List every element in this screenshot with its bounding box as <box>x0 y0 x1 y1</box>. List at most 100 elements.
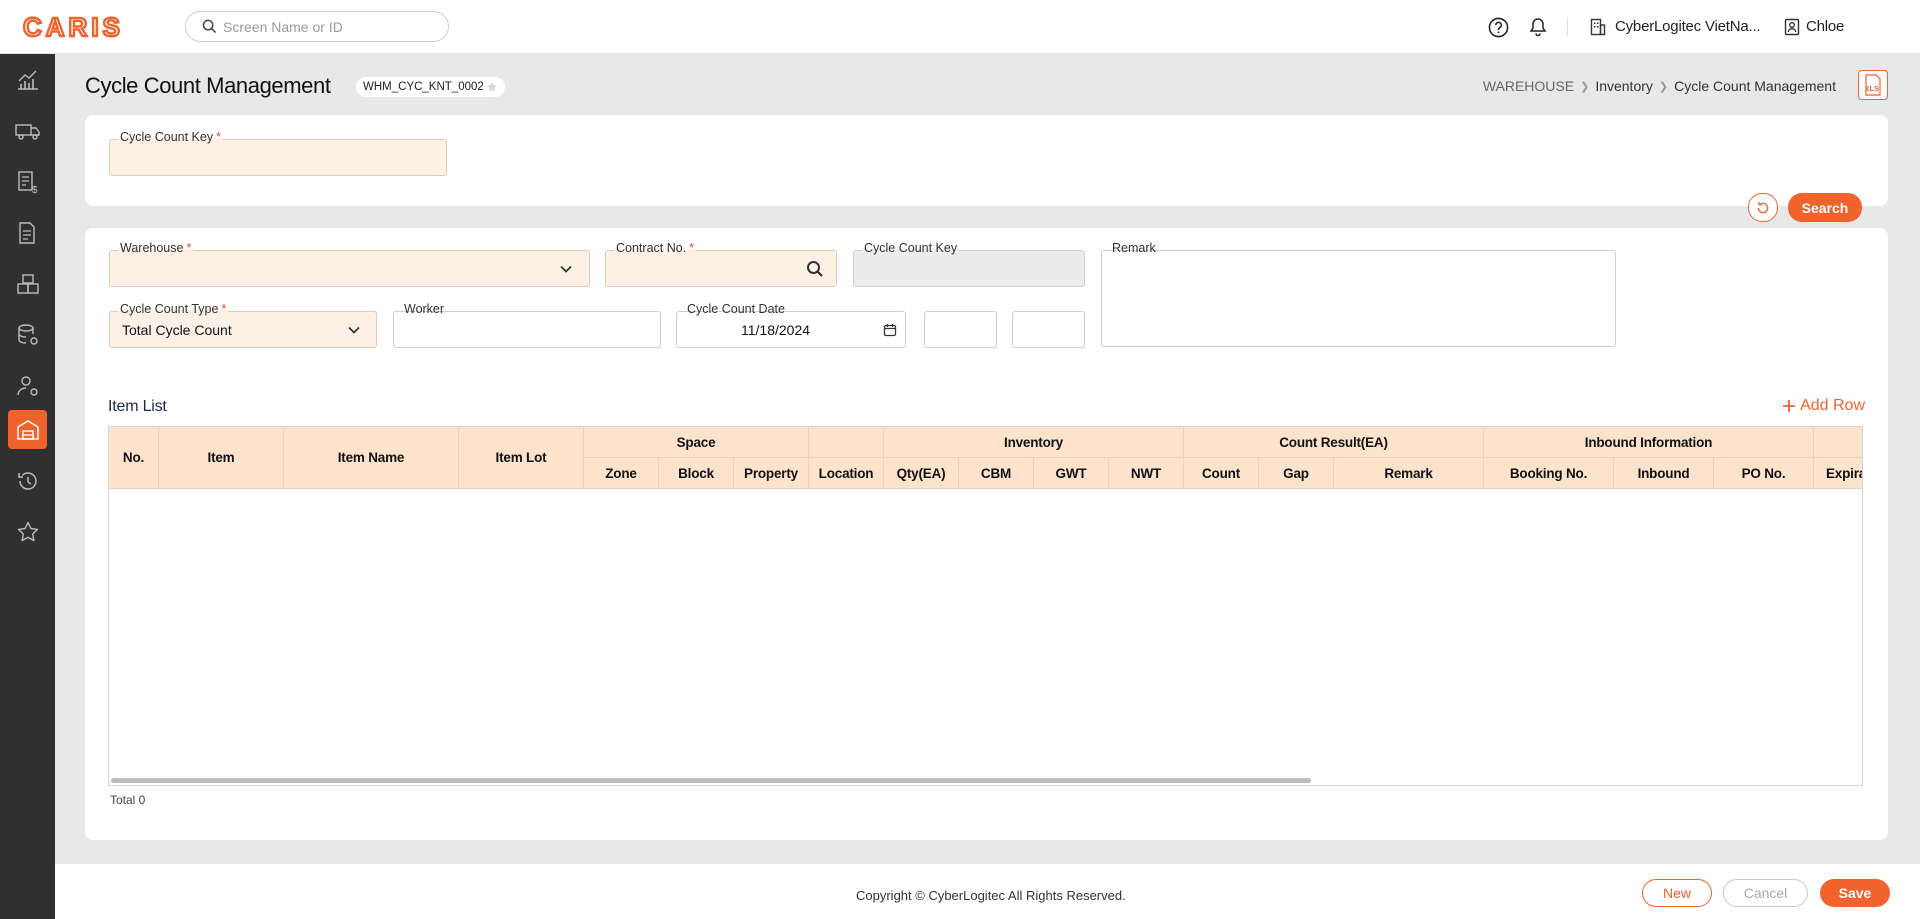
boxes-icon <box>16 273 39 294</box>
contract-search-icon[interactable] <box>806 260 824 278</box>
column-header-remark[interactable]: Remark <box>1334 458 1484 489</box>
document-icon <box>18 221 35 244</box>
chart-icon <box>17 70 38 90</box>
svg-text:$: $ <box>32 185 38 194</box>
total-count: Total 0 <box>110 793 146 807</box>
sidebar: $ <box>0 54 55 919</box>
search-cycle-count-key-label: Cycle Count Key * <box>118 130 223 144</box>
calendar-icon[interactable] <box>883 323 897 337</box>
column-header-location[interactable]: Location <box>809 458 884 489</box>
sidebar-item-inventory[interactable] <box>8 264 47 303</box>
company-building-icon <box>1587 16 1609 38</box>
group-header-inbound-information: Inbound Information <box>1484 427 1814 458</box>
sidebar-item-history[interactable] <box>8 461 47 500</box>
truck-icon <box>14 123 40 140</box>
column-header-cbm[interactable]: CBM <box>959 458 1034 489</box>
svg-text:XLS: XLS <box>1865 84 1880 93</box>
top-header: CARIS Screen Name or ID CyberLogitec Vie… <box>0 0 1920 54</box>
item-list-grid: No. Item Item Name Item Lot Space Invent… <box>108 426 1863 786</box>
column-header-po-no[interactable]: PO No. <box>1714 458 1814 489</box>
sidebar-item-warehouse[interactable] <box>8 410 47 449</box>
column-header-count[interactable]: Count <box>1184 458 1259 489</box>
search-cycle-count-key-input[interactable]: Cycle Count Key * <box>109 130 447 176</box>
reset-button[interactable] <box>1748 193 1778 222</box>
sidebar-item-user-admin[interactable] <box>8 366 47 405</box>
company-name[interactable]: CyberLogitec VietNa... <box>1615 18 1761 35</box>
group-header-space: Space <box>584 427 809 458</box>
worker-input[interactable]: Worker <box>393 302 661 348</box>
new-button[interactable]: New <box>1642 879 1712 907</box>
item-list-title: Item List <box>108 398 167 415</box>
refresh-icon <box>1757 201 1769 213</box>
warehouse-select[interactable]: Warehouse * <box>109 241 590 287</box>
plus-icon <box>1783 400 1796 412</box>
column-header-zone[interactable]: Zone <box>584 458 659 489</box>
column-header-expiration[interactable]: Expira <box>1814 458 1862 489</box>
column-header-no[interactable]: No. <box>109 427 159 489</box>
cycle-count-type-label: Cycle Count Type * <box>118 302 229 316</box>
invoice-icon: $ <box>17 170 38 194</box>
remark-label: Remark <box>1110 241 1158 255</box>
search-panel: Cycle Count Key * <box>85 115 1888 206</box>
horizontal-scrollbar[interactable] <box>111 778 1311 783</box>
caris-logo[interactable]: CARIS <box>23 15 161 39</box>
chevron-down-icon <box>347 323 361 337</box>
excel-export-button[interactable]: XLS <box>1858 70 1888 100</box>
xls-file-icon: XLS <box>1865 74 1881 96</box>
time-hour-input[interactable] <box>924 311 997 348</box>
column-header-item-name[interactable]: Item Name <box>284 427 459 489</box>
user-badge-icon <box>1781 16 1803 38</box>
breadcrumb-chevron-icon: ❯ <box>1658 80 1669 93</box>
page-title: Cycle Count Management <box>85 73 331 98</box>
save-button[interactable]: Save <box>1820 879 1890 907</box>
sidebar-item-transport[interactable] <box>8 111 47 150</box>
worker-label: Worker <box>402 302 447 316</box>
remark-textarea[interactable]: Remark <box>1101 241 1616 347</box>
column-header-gwt[interactable]: GWT <box>1034 458 1109 489</box>
cancel-button[interactable]: Cancel <box>1723 879 1808 907</box>
sidebar-item-billing[interactable]: $ <box>8 162 47 201</box>
favorite-star-icon[interactable] <box>486 81 498 93</box>
add-row-button[interactable]: Add Row <box>1782 397 1865 415</box>
database-settings-icon <box>17 323 38 345</box>
breadcrumb-item-warehouse[interactable]: WAREHOUSE <box>1483 78 1574 94</box>
sidebar-item-master-data[interactable] <box>8 315 47 354</box>
group-header-location-blank <box>809 427 884 458</box>
global-search-input[interactable]: Screen Name or ID <box>185 11 449 42</box>
column-header-nwt[interactable]: NWT <box>1109 458 1184 489</box>
search-button[interactable]: Search <box>1788 193 1862 222</box>
contract-no-input[interactable]: Contract No. * <box>605 241 837 287</box>
cycle-count-type-value: Total Cycle Count <box>122 322 232 338</box>
group-header-blank <box>1814 427 1862 458</box>
cycle-count-date-input[interactable]: Cycle Count Date 11/18/2024 <box>676 302 906 348</box>
svg-text:CARIS: CARIS <box>23 15 124 39</box>
column-header-item-lot[interactable]: Item Lot <box>459 427 584 489</box>
notification-bell-icon[interactable] <box>1527 16 1549 38</box>
header-divider <box>1567 18 1568 36</box>
group-header-inventory: Inventory <box>884 427 1184 458</box>
column-header-qty[interactable]: Qty(EA) <box>884 458 959 489</box>
column-header-property[interactable]: Property <box>734 458 809 489</box>
user-settings-icon <box>16 375 38 396</box>
sidebar-item-dashboard[interactable] <box>8 60 47 99</box>
user-name[interactable]: Chloe <box>1806 18 1844 35</box>
star-icon <box>17 521 38 541</box>
cycle-count-type-select[interactable]: Cycle Count Type * Total Cycle Count <box>109 302 377 348</box>
time-minute-input[interactable] <box>1012 311 1085 348</box>
add-row-label: Add Row <box>1800 397 1865 414</box>
screen-id-badge: WHM_CYC_KNT_0002 <box>356 77 505 97</box>
column-header-gap[interactable]: Gap <box>1259 458 1334 489</box>
breadcrumb-item-current: Cycle Count Management <box>1674 78 1836 94</box>
cycle-count-date-label: Cycle Count Date <box>685 302 787 316</box>
column-header-inbound[interactable]: Inbound <box>1614 458 1714 489</box>
column-header-block[interactable]: Block <box>659 458 734 489</box>
breadcrumb-item-inventory[interactable]: Inventory <box>1595 78 1653 94</box>
help-icon[interactable] <box>1487 16 1509 38</box>
cycle-count-date-value: 11/18/2024 <box>741 322 811 338</box>
sidebar-item-documents[interactable] <box>8 213 47 252</box>
sidebar-item-favorites[interactable] <box>8 512 47 551</box>
global-search-placeholder: Screen Name or ID <box>223 18 343 35</box>
search-icon <box>202 19 217 34</box>
column-header-booking-no[interactable]: Booking No. <box>1484 458 1614 489</box>
column-header-item[interactable]: Item <box>159 427 284 489</box>
